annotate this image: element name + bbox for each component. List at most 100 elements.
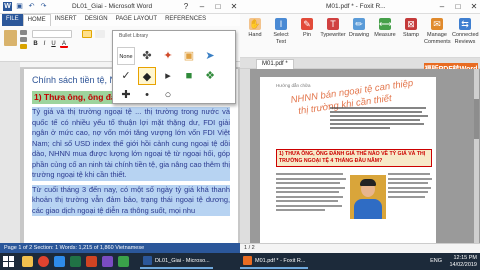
tab-m01-pdf[interactable]: M01.pdf * (256, 59, 294, 69)
italic-icon[interactable]: I (41, 41, 48, 48)
tool-connected-reviews[interactable]: ⇆ Connected Reviews (452, 16, 479, 50)
foxit-window: M01.pdf * - Foxit R... – □ ✕ ✋ Hand I Se… (240, 0, 480, 253)
windows-start-icon[interactable] (3, 256, 14, 267)
symbol-arrow-icon[interactable]: ➤ (201, 47, 219, 65)
symbol-diamond-icon[interactable]: ◆ (138, 67, 156, 85)
symbol-check-icon[interactable]: ✓ (117, 67, 135, 85)
close-icon[interactable]: ✕ (230, 2, 238, 11)
tab-references[interactable]: REFERENCES (161, 14, 210, 26)
camtasia-icon[interactable] (118, 256, 129, 267)
pdf-intro-text (330, 107, 430, 131)
bold-icon[interactable]: B (32, 41, 39, 48)
tool-select-text[interactable]: I Select Text (268, 16, 294, 50)
minimize-icon[interactable]: – (198, 2, 206, 11)
excel-icon[interactable] (70, 256, 81, 267)
tab-home[interactable]: HOME (22, 14, 51, 26)
foxit-scrollbar[interactable] (474, 69, 479, 243)
typewriter-icon: T (327, 18, 339, 30)
media-icon[interactable] (102, 256, 113, 267)
system-clock[interactable]: 12:15 PM 14/02/2019 (449, 255, 477, 268)
foxit-taskbar-icon (243, 256, 252, 265)
select-text-icon: I (275, 18, 287, 30)
tool-drawing-label: Drawing (348, 32, 370, 38)
language-indicator[interactable]: ENG (430, 258, 442, 264)
pdf-page[interactable]: Hướng dẫn chữa NHNN bán ngoại tệ can thi… (260, 77, 436, 243)
tool-manage-comments[interactable]: ✉ Manage Comments (424, 16, 451, 50)
pdf-body-text-right (388, 173, 432, 200)
popup-title: Bullet Library (119, 33, 149, 39)
taskbar-word-app[interactable]: DL01_Giai - Microso... (140, 254, 213, 269)
word-title-bar: W ▣ ↶ ↷ DL01_Giai - Microsoft Word ? – □… (0, 0, 240, 14)
symbol-star-icon[interactable]: ✦ (159, 47, 177, 65)
clock-date: 14/02/2019 (449, 261, 477, 268)
word-status-bar: Page 1 of 2 Section: 1 Words: 1,215 of 1… (0, 243, 240, 253)
word-title-text: DL01_Giai - Microsoft Word (72, 3, 153, 10)
tool-drawing[interactable]: ✏ Drawing (346, 16, 372, 50)
tool-measure[interactable]: ⟷ Measure (372, 16, 398, 50)
close-icon[interactable]: ✕ (470, 2, 478, 11)
tool-measure-label: Measure (374, 32, 396, 38)
foxit-document-area[interactable]: Hướng dẫn chữa NHNN bán ngoại tệ can thi… (250, 69, 480, 243)
format-painter-icon[interactable] (20, 44, 27, 49)
taskbar: DL01_Giai - Microso... M01.pdf * - Foxit… (0, 253, 480, 270)
paste-icon[interactable] (4, 30, 17, 46)
word-app-icon: W (3, 2, 12, 11)
foxit-title-text: M01.pdf * - Foxit R... (326, 3, 386, 10)
taskbar-foxit-app[interactable]: M01.pdf * - Foxit R... (240, 254, 309, 269)
undo-icon[interactable]: ↶ (27, 2, 36, 11)
symbol-flower-icon[interactable]: ✤ (138, 47, 156, 65)
word-window: W ▣ ↶ ↷ DL01_Giai - Microsoft Word ? – □… (0, 0, 240, 253)
zalo-icon[interactable] (54, 256, 65, 267)
symbol-cross-icon[interactable]: ✚ (117, 86, 135, 104)
tab-design[interactable]: DESIGN (81, 14, 112, 26)
chrome-icon[interactable] (38, 256, 49, 267)
tool-pin[interactable]: ✎ Pin (294, 16, 320, 50)
maximize-icon[interactable]: □ (454, 2, 462, 11)
tab-page-layout[interactable]: PAGE LAYOUT (112, 14, 161, 26)
stamp-icon: ⊠ (405, 18, 417, 30)
underline-icon[interactable]: U (50, 41, 57, 48)
taskbar-foxit-label: M01.pdf * - Foxit R... (255, 257, 306, 264)
hand-icon: ✋ (249, 18, 261, 30)
drawing-icon: ✏ (353, 18, 365, 30)
pdf-body-text-left (276, 173, 346, 214)
symbol-dot-icon[interactable]: • (138, 86, 156, 104)
powerpoint-icon[interactable] (86, 256, 97, 267)
file-explorer-icon[interactable] (22, 256, 33, 267)
numbering-icon[interactable] (95, 30, 105, 38)
word-navigation-strip (0, 62, 20, 253)
redo-icon[interactable]: ↷ (39, 2, 48, 11)
tab-file[interactable]: FILE (2, 14, 23, 26)
bullets-icon[interactable] (82, 30, 92, 38)
document-paragraph-2: Từ cuối tháng 3 đến nay, có một số ngày … (32, 184, 230, 216)
tool-typewriter[interactable]: T Typewriter (320, 16, 346, 50)
connected-reviews-icon: ⇆ (459, 18, 471, 30)
symbol-square-icon[interactable]: ■ (180, 67, 198, 85)
tool-connected-reviews-label: Connected Reviews (452, 32, 479, 45)
foxit-ribbon: ✋ Hand I Select Text ✎ Pin T Typewriter … (240, 14, 480, 58)
tool-hand[interactable]: ✋ Hand (242, 16, 268, 50)
save-icon[interactable]: ▣ (15, 2, 24, 11)
symbol-none-option[interactable]: None (117, 47, 135, 65)
copy-icon[interactable] (20, 37, 27, 42)
foxit-sidebar[interactable] (240, 69, 250, 243)
font-box[interactable] (32, 30, 72, 38)
symbol-box-icon[interactable]: ▣ (180, 47, 198, 65)
tab-insert[interactable]: INSERT (51, 14, 81, 26)
tool-stamp[interactable]: ⊠ Stamp (398, 16, 424, 50)
symbol-ornament-icon[interactable]: ❖ (201, 67, 219, 85)
word-taskbar-icon (143, 256, 152, 265)
symbol-circle-icon[interactable]: ○ (159, 86, 177, 104)
taskbar-word-label: DL01_Giai - Microso... (155, 257, 210, 264)
word-ribbon-tabs: FILE HOME INSERT DESIGN PAGE LAYOUT REFE… (0, 14, 240, 26)
cut-icon[interactable] (20, 30, 27, 35)
symbol-triangle-icon[interactable]: ▸ (159, 67, 177, 85)
measure-icon: ⟷ (379, 18, 392, 30)
document-paragraph-1: Tỷ giá và thị trường ngoại tệ ... thị tr… (32, 107, 230, 181)
font-color-icon[interactable]: A (60, 41, 68, 48)
scrollbar-thumb[interactable] (474, 99, 479, 139)
maximize-icon[interactable]: □ (214, 2, 222, 11)
minimize-icon[interactable]: – (438, 2, 446, 11)
help-icon[interactable]: ? (182, 2, 190, 11)
tool-manage-comments-label: Manage Comments (424, 32, 451, 45)
